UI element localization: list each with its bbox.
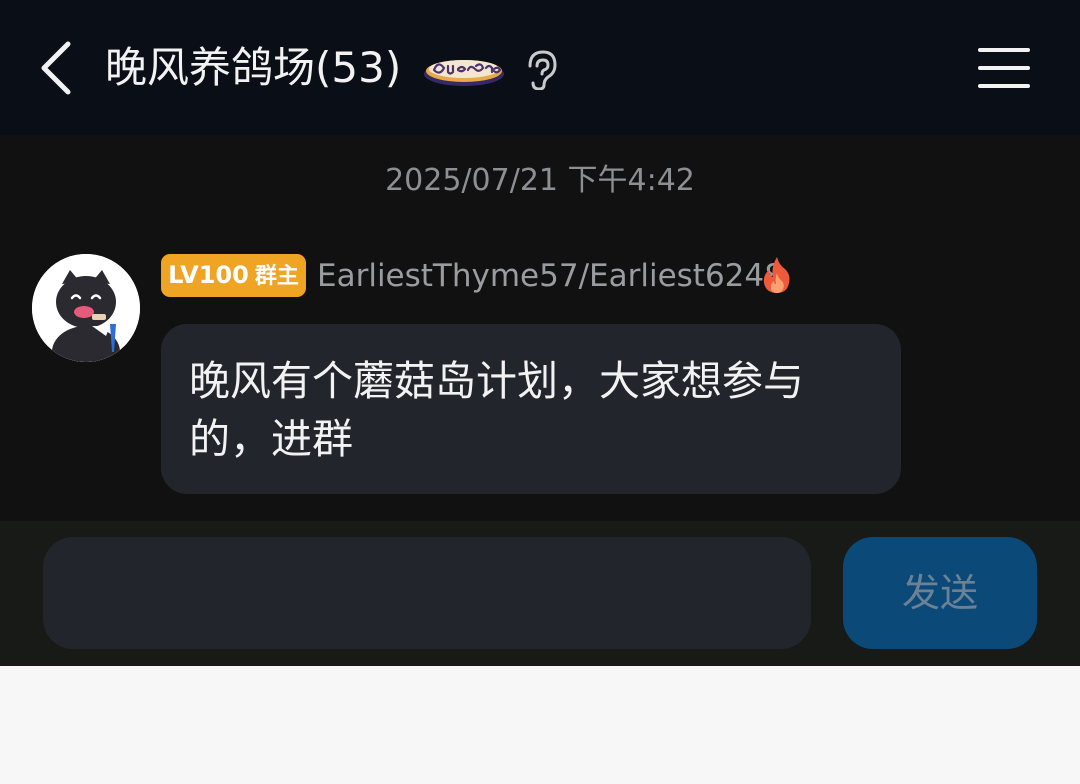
back-button[interactable] [30, 36, 86, 100]
chevron-left-icon [41, 41, 71, 95]
ear-icon[interactable] [520, 48, 558, 91]
fire-icon [763, 257, 790, 293]
message-input[interactable] [43, 537, 811, 649]
sender-avatar[interactable] [32, 254, 140, 362]
badge-level: LV100 [168, 261, 249, 289]
message-list[interactable]: 2025/07/21 下午4:42 LV100 群主 EarliestThyme5… [0, 135, 1080, 521]
message-timestamp: 2025/07/21 下午4:42 [385, 163, 695, 198]
message-bubble[interactable]: 晚风有个蘑菇岛计划，大家想参与的，进群 [161, 324, 901, 494]
sender-name[interactable]: EarliestThyme57/Earliest6248 [317, 254, 784, 298]
chat-screen: 晚风养鸽场(53) 2025/07/21 下午4:42 LV100 群主 Ear… [0, 0, 1080, 784]
hamburger-menu-icon [978, 48, 1030, 88]
keyboard-area [0, 666, 1080, 784]
top-bar: 晚风养鸽场(53) [0, 0, 1080, 135]
composer-bar: 发送 [0, 521, 1080, 666]
send-button[interactable]: 发送 [843, 537, 1037, 649]
menu-button[interactable] [972, 44, 1036, 92]
member-level-badge: LV100 群主 [161, 254, 306, 297]
badge-role: 群主 [254, 264, 299, 289]
group-title: 晚风养鸽场(53) [105, 43, 402, 92]
que-sera-emblem [424, 60, 504, 86]
